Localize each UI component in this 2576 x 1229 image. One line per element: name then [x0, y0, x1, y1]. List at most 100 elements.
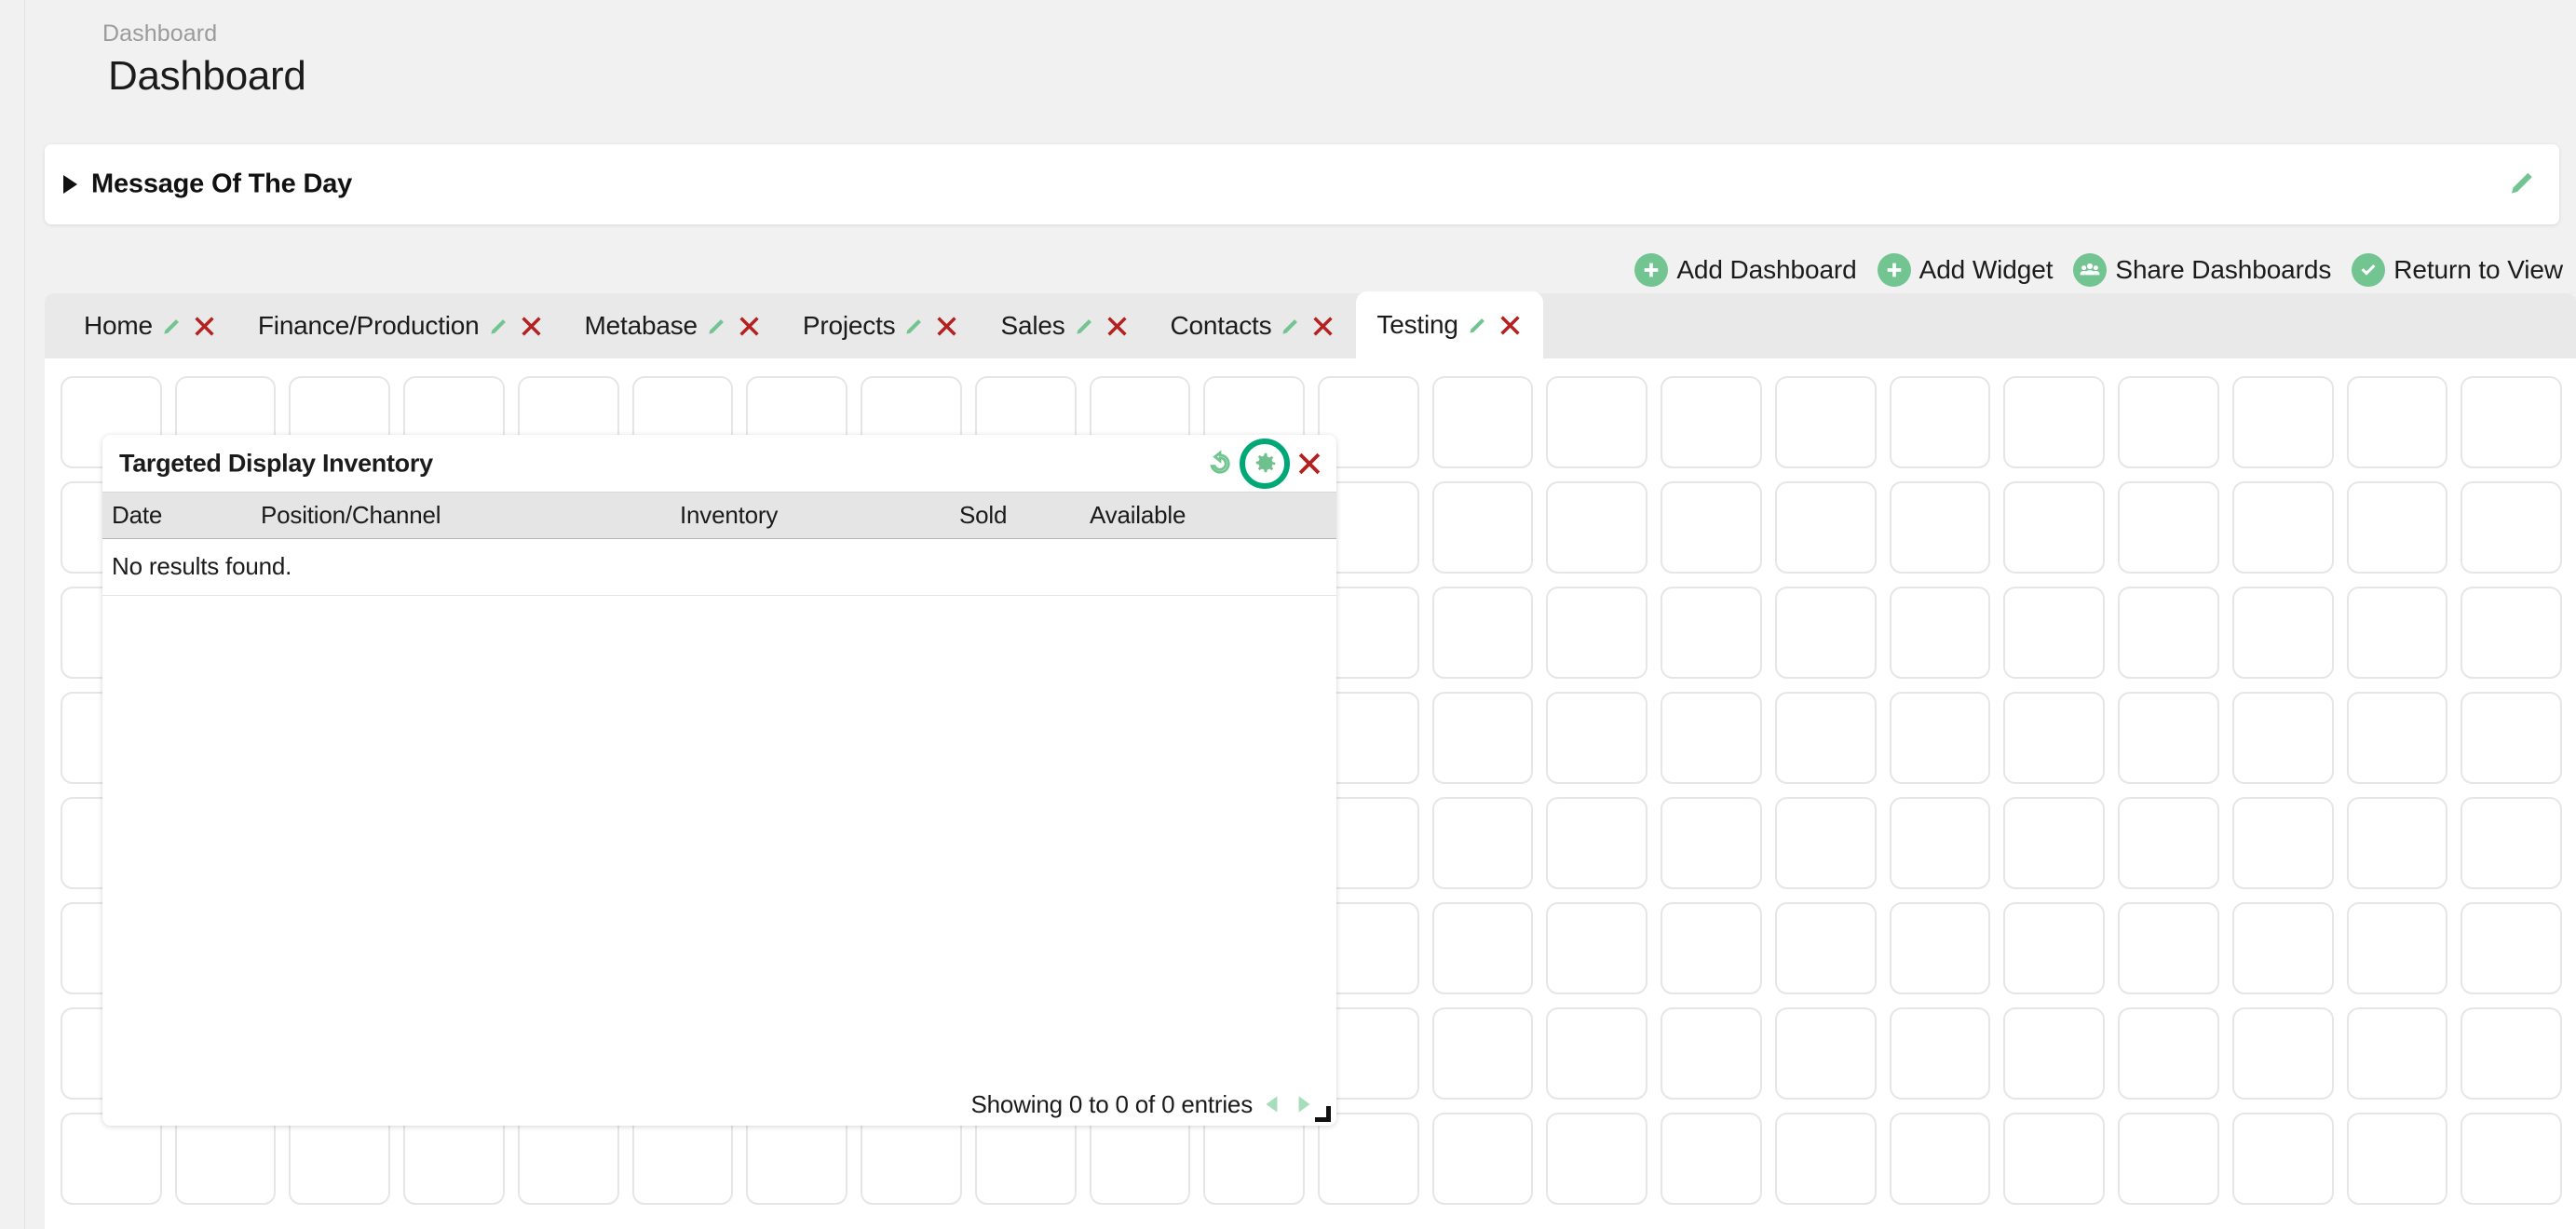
widget-slot-placeholder[interactable]: [2118, 1113, 2219, 1205]
widget-slot-placeholder[interactable]: [2003, 1113, 2106, 1205]
widget-slot-placeholder[interactable]: [1661, 1113, 1762, 1205]
widget-slot-placeholder[interactable]: [1661, 587, 1762, 679]
gear-icon[interactable]: [1251, 450, 1279, 478]
widget-slot-placeholder[interactable]: [1546, 1007, 1648, 1100]
widget-slot-placeholder[interactable]: [1889, 1113, 1991, 1205]
widget-slot-placeholder[interactable]: [1661, 797, 1762, 889]
widget-slot-placeholder[interactable]: [1431, 1113, 1534, 1205]
widget-slot-placeholder[interactable]: [1774, 1007, 1877, 1100]
widget-slot-placeholder[interactable]: [1431, 692, 1534, 784]
widget-slot-placeholder[interactable]: [1889, 797, 1991, 889]
widget-slot-placeholder[interactable]: [746, 1113, 848, 1205]
widget-slot-placeholder[interactable]: [1661, 1007, 1762, 1100]
pagination-prev-button[interactable]: [1260, 1092, 1284, 1116]
widget-slot-placeholder[interactable]: [2118, 797, 2219, 889]
tab-contacts[interactable]: Contacts: [1150, 293, 1357, 358]
widget-slot-placeholder[interactable]: [1661, 376, 1762, 468]
widget-slot-placeholder[interactable]: [2118, 481, 2219, 574]
widget-slot-placeholder[interactable]: [2003, 376, 2106, 468]
widget-slot-placeholder[interactable]: [1661, 481, 1762, 574]
widget-slot-placeholder[interactable]: [1889, 692, 1991, 784]
triangle-right-icon[interactable]: [63, 175, 77, 194]
pencil-icon[interactable]: [1466, 313, 1490, 337]
tab-testing[interactable]: Testing: [1356, 291, 1543, 358]
close-icon[interactable]: [519, 314, 544, 339]
widget-slot-placeholder[interactable]: [1889, 1007, 1991, 1100]
widget-slot-placeholder[interactable]: [2461, 797, 2562, 889]
widget-slot-placeholder[interactable]: [1089, 1113, 1191, 1205]
column-header-sold[interactable]: Sold: [959, 501, 1090, 530]
close-icon[interactable]: [1105, 314, 1130, 339]
pencil-icon[interactable]: [2507, 167, 2539, 203]
widget-slot-placeholder[interactable]: [2231, 1007, 2334, 1100]
widget-slot-placeholder[interactable]: [1889, 376, 1991, 468]
widget-slot-placeholder[interactable]: [2461, 481, 2562, 574]
return-to-view-button[interactable]: Return to View: [2352, 253, 2563, 287]
widget-slot-placeholder[interactable]: [1661, 692, 1762, 784]
widget-slot-placeholder[interactable]: [2461, 587, 2562, 679]
widget-slot-placeholder[interactable]: [2461, 1007, 2562, 1100]
widget-slot-placeholder[interactable]: [1431, 481, 1534, 574]
pencil-icon[interactable]: [160, 314, 184, 338]
refresh-icon[interactable]: [1206, 449, 1234, 478]
widget-slot-placeholder[interactable]: [2003, 481, 2106, 574]
widget-slot-placeholder[interactable]: [1546, 481, 1648, 574]
share-dashboards-button[interactable]: Share Dashboards: [2073, 253, 2331, 287]
widget-slot-placeholder[interactable]: [1774, 481, 1877, 574]
close-icon[interactable]: [1498, 313, 1523, 338]
widget-slot-placeholder[interactable]: [2461, 902, 2562, 994]
widget-slot-placeholder[interactable]: [2231, 376, 2334, 468]
tab-metabase[interactable]: Metabase: [564, 293, 782, 358]
widget-slot-placeholder[interactable]: [1774, 797, 1877, 889]
widget-slot-placeholder[interactable]: [2118, 692, 2219, 784]
widget-slot-placeholder[interactable]: [2231, 1113, 2334, 1205]
close-icon[interactable]: [934, 314, 959, 339]
widget-slot-placeholder[interactable]: [1431, 376, 1534, 468]
resize-handle-icon[interactable]: [1315, 1106, 1331, 1122]
add-dashboard-button[interactable]: Add Dashboard: [1634, 253, 1857, 287]
close-icon[interactable]: [737, 314, 762, 339]
widget-slot-placeholder[interactable]: [2118, 902, 2219, 994]
widget-slot-placeholder[interactable]: [1431, 902, 1534, 994]
widget-slot-placeholder[interactable]: [2118, 1007, 2219, 1100]
widget-slot-placeholder[interactable]: [1889, 481, 1991, 574]
widget-slot-placeholder[interactable]: [1546, 1113, 1648, 1205]
tab-finance-production[interactable]: Finance/Production: [237, 293, 564, 358]
column-header-available[interactable]: Available: [1090, 501, 1276, 530]
widget-slot-placeholder[interactable]: [1661, 902, 1762, 994]
widget-slot-placeholder[interactable]: [2003, 797, 2106, 889]
column-header-date[interactable]: Date: [102, 501, 261, 530]
widget-slot-placeholder[interactable]: [2003, 1007, 2106, 1100]
widget-slot-placeholder[interactable]: [974, 1113, 1077, 1205]
tab-home[interactable]: Home: [63, 293, 237, 358]
close-icon[interactable]: [1310, 314, 1335, 339]
widget-slot-placeholder[interactable]: [2231, 902, 2334, 994]
pencil-icon[interactable]: [902, 314, 927, 338]
widget-slot-placeholder[interactable]: [2461, 376, 2562, 468]
widget-slot-placeholder[interactable]: [289, 1113, 391, 1205]
widget-slot-placeholder[interactable]: [61, 1113, 162, 1205]
widget-slot-placeholder[interactable]: [2231, 587, 2334, 679]
breadcrumb[interactable]: Dashboard: [102, 20, 217, 47]
widget-slot-placeholder[interactable]: [1546, 376, 1648, 468]
widget-slot-placeholder[interactable]: [1431, 587, 1534, 679]
widget-slot-placeholder[interactable]: [1546, 587, 1648, 679]
widget-slot-placeholder[interactable]: [2346, 587, 2448, 679]
column-header-inventory[interactable]: Inventory: [680, 501, 959, 530]
column-header-position-channel[interactable]: Position/Channel: [261, 501, 680, 530]
widget-targeted-display-inventory[interactable]: Targeted Display Inventory Date Position…: [102, 435, 1336, 1126]
widget-slot-placeholder[interactable]: [2003, 692, 2106, 784]
tab-sales[interactable]: Sales: [980, 293, 1149, 358]
widget-slot-placeholder[interactable]: [1889, 902, 1991, 994]
widget-slot-placeholder[interactable]: [2003, 587, 2106, 679]
widget-slot-placeholder[interactable]: [2461, 1113, 2562, 1205]
widget-slot-placeholder[interactable]: [2346, 376, 2448, 468]
widget-slot-placeholder[interactable]: [1431, 1007, 1534, 1100]
widget-slot-placeholder[interactable]: [2231, 797, 2334, 889]
widget-slot-placeholder[interactable]: [1431, 797, 1534, 889]
widget-slot-placeholder[interactable]: [2231, 692, 2334, 784]
widget-slot-placeholder[interactable]: [2346, 902, 2448, 994]
widget-slot-placeholder[interactable]: [2346, 692, 2448, 784]
widget-slot-placeholder[interactable]: [1774, 587, 1877, 679]
widget-slot-placeholder[interactable]: [2461, 692, 2562, 784]
